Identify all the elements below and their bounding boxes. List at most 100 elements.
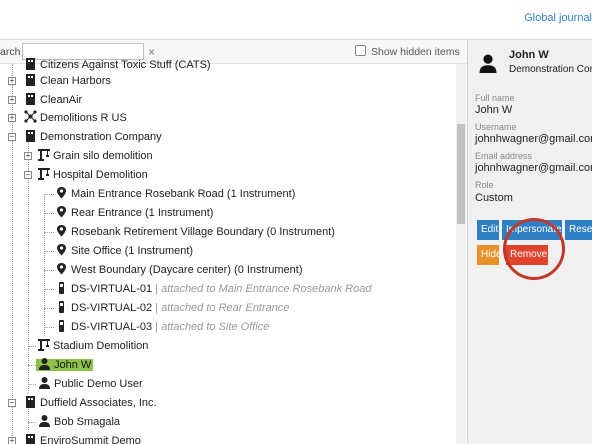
device-icon [59, 320, 64, 332]
role-label: Role [475, 180, 494, 190]
reset-button[interactable]: Reset [565, 220, 592, 240]
role-value: Custom [475, 192, 513, 204]
tree-item[interactable]: Clean Harbors [24, 72, 111, 91]
tree-item-label: CleanAir [40, 94, 83, 106]
user-detail-panel: John W Demonstration Company Full name J… [467, 40, 592, 444]
expand-toggle[interactable]: + [8, 437, 16, 444]
show-hidden-checkbox[interactable] [355, 45, 366, 56]
show-hidden-label[interactable]: Show hidden items [371, 46, 460, 58]
search-label: arch [0, 46, 21, 58]
tree-item[interactable]: Site Office (1 Instrument) [55, 242, 193, 261]
building-icon [26, 130, 35, 142]
tree-item-label: Site Office (1 Instrument) [71, 245, 194, 257]
crane-icon [38, 149, 50, 161]
tree-item[interactable]: Rosebank Retirement Village Boundary (0 … [55, 223, 335, 242]
tree-item-label: Citizens Against Toxic Stuff (CATS) [40, 59, 211, 71]
tree-item-label: Hospital Demolition [53, 169, 148, 181]
tree-item[interactable]: DS-VIRTUAL-03 | attached to Site Office [55, 318, 269, 337]
separator: | [152, 302, 162, 314]
tree-item[interactable]: Demolitions R US [24, 109, 127, 128]
tree-item[interactable]: West Boundary (Daycare center) (0 Instru… [55, 261, 303, 280]
selected-highlight: John W [36, 358, 94, 371]
tree-item-label: EnviroSummit Demo [40, 435, 141, 444]
collapse-toggle[interactable]: − [8, 399, 16, 407]
user-avatar-icon [479, 54, 497, 73]
tree-panel: arch × Show hidden items Citizens Agains… [0, 40, 467, 444]
username-label: Username [475, 122, 517, 132]
tree-item-label: DS-VIRTUAL-01 [71, 283, 153, 295]
attachment-note: attached to Rear Entrance [161, 302, 290, 314]
tree-item-label: Rosebank Retirement Village Boundary (0 … [71, 226, 335, 238]
building-icon [26, 58, 35, 70]
account-tree: Citizens Against Toxic Stuff (CATS) + Cl… [0, 58, 455, 444]
tree-item[interactable]: DS-VIRTUAL-02 | attached to Rear Entranc… [55, 299, 290, 318]
building-icon [26, 434, 35, 444]
tree-item[interactable]: Demonstration Company [24, 128, 162, 147]
highlight-circle [503, 218, 565, 280]
map-pin-icon [57, 225, 66, 237]
tree-item-label: Demolitions R US [40, 112, 127, 124]
map-pin-icon [57, 244, 66, 256]
user-name-heading: John W [509, 49, 549, 61]
email-value: johnhwagner@gmail.com [475, 162, 592, 174]
tree-item[interactable]: Bob Smagala [38, 413, 120, 432]
attachment-note: attached to Main Entrance Rosebank Road [161, 283, 372, 295]
tree-item-label: DS-VIRTUAL-03 [71, 321, 153, 333]
full-name-value: John W [475, 104, 513, 116]
tree-item[interactable]: Grain silo demolition [37, 147, 153, 166]
separator: | [152, 321, 162, 333]
user-icon [39, 415, 50, 427]
scrollbar-thumb[interactable] [457, 124, 465, 224]
tree-item-label: Bob Smagala [54, 416, 121, 428]
tree-item-label: Public Demo User [54, 378, 143, 390]
crane-icon [38, 339, 50, 351]
tree-item-label: Demonstration Company [40, 131, 162, 143]
tree-item[interactable]: Duffield Associates, Inc. [24, 394, 157, 413]
hide-button[interactable]: Hide [477, 245, 499, 265]
email-label: Email address [475, 151, 533, 161]
tree-item[interactable]: CleanAir [24, 91, 82, 110]
tree-item-label: John W [54, 359, 92, 371]
collapse-toggle[interactable]: − [8, 133, 16, 141]
expand-toggle[interactable]: + [8, 77, 16, 85]
map-pin-icon [57, 187, 66, 199]
global-journal-link[interactable]: Global journal [524, 12, 592, 24]
top-bar: Global journal [0, 0, 592, 40]
crane-icon [38, 168, 50, 180]
attachment-note: attached to Site Office [161, 321, 270, 333]
tree-item-label: West Boundary (Daycare center) (0 Instru… [71, 264, 303, 276]
tree-item[interactable]: DS-VIRTUAL-01 | attached to Main Entranc… [55, 280, 371, 299]
tree-item-label: Grain silo demolition [53, 150, 153, 162]
tree-item-label: Duffield Associates, Inc. [40, 397, 157, 409]
separator: | [152, 283, 162, 295]
tree-item-label: Stadium Demolition [53, 340, 149, 352]
tree-item-label: Rear Entrance (1 Instrument) [71, 207, 214, 219]
network-icon [24, 110, 37, 123]
tree-item[interactable]: Rear Entrance (1 Instrument) [55, 204, 213, 223]
expand-toggle[interactable]: + [24, 152, 32, 160]
tree-item-label: Clean Harbors [40, 75, 111, 87]
tree-item-selected[interactable]: John W [36, 356, 94, 375]
building-icon [26, 396, 35, 408]
tree-item[interactable]: Stadium Demolition [37, 337, 148, 356]
username-value: johnhwagner@gmail.com [475, 133, 592, 145]
map-pin-icon [57, 206, 66, 218]
user-company: Demonstration Company [509, 64, 592, 75]
tree-item-label: Main Entrance Rosebank Road (1 Instrumen… [71, 188, 296, 200]
collapse-toggle[interactable]: − [24, 171, 32, 179]
device-icon [59, 282, 64, 294]
tree-item[interactable]: EnviroSummit Demo [24, 432, 141, 444]
edit-button[interactable]: Edit [477, 220, 499, 240]
user-icon [39, 377, 50, 389]
building-icon [26, 74, 35, 86]
tree-item[interactable]: Main Entrance Rosebank Road (1 Instrumen… [55, 185, 295, 204]
tree-item[interactable]: Public Demo User [38, 375, 143, 394]
building-icon [26, 93, 35, 105]
user-icon [39, 358, 50, 370]
expand-toggle[interactable]: + [8, 96, 16, 104]
expand-toggle[interactable]: + [8, 114, 16, 122]
full-name-label: Full name [475, 93, 515, 103]
tree-item[interactable]: Hospital Demolition [37, 166, 148, 185]
tree-scrollbar[interactable] [456, 64, 466, 444]
device-icon [59, 301, 64, 313]
